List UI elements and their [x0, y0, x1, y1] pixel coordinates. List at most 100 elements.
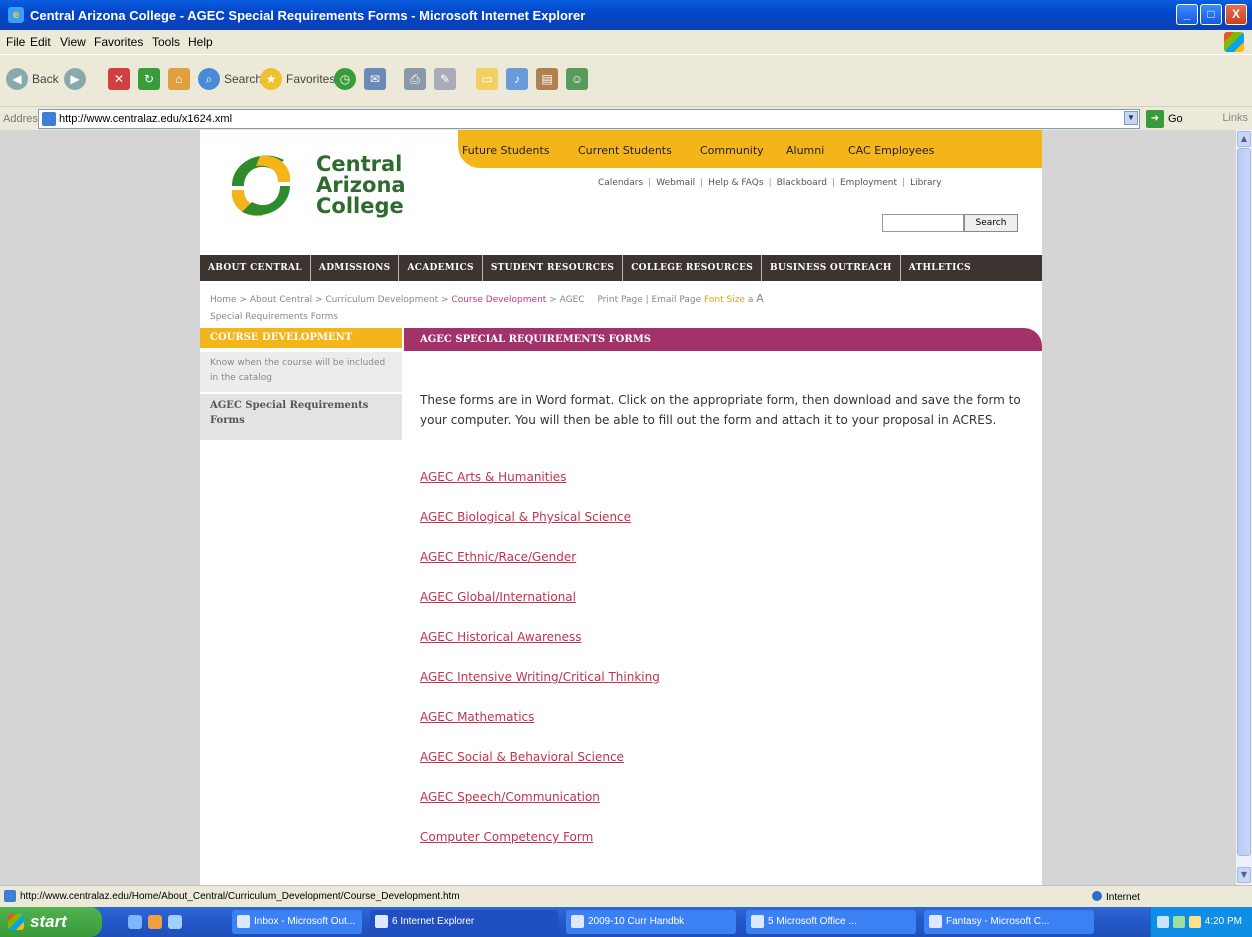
stop-icon: ✕ [108, 68, 130, 90]
nav-current-students[interactable]: Current Students [578, 144, 672, 157]
college-logo-mark-icon [231, 155, 291, 217]
search-icon: ⌕ [198, 68, 220, 90]
crumb-curriculum[interactable]: Curriculum Development [325, 295, 438, 305]
nav-community[interactable]: Community [700, 144, 764, 157]
mail-button[interactable]: ✉ [364, 65, 386, 93]
edit-icon: ✎ [434, 68, 456, 90]
form-link-bio-physical-science[interactable]: AGEC Biological & Physical Science [420, 510, 631, 524]
util-help-faqs[interactable]: Help & FAQs [708, 178, 763, 188]
go-button[interactable]: ➜ Go [1146, 110, 1183, 128]
mainnav-college-resources[interactable]: COLLEGE RESOURCES [623, 255, 763, 281]
users-button[interactable]: ☺ [566, 65, 588, 93]
search-button[interactable]: ⌕ Search [198, 65, 262, 93]
menu-help[interactable]: Help [188, 35, 213, 49]
home-button[interactable]: ⌂ [168, 65, 190, 93]
favorites-button[interactable]: ★ Favorites [260, 65, 335, 93]
form-link-intensive-writing[interactable]: AGEC Intensive Writing/Critical Thinking [420, 670, 660, 684]
menu-favorites[interactable]: Favorites [94, 35, 143, 49]
task-internet-explorer[interactable]: 6 Internet Explorer [370, 910, 558, 934]
font-size-small[interactable]: a [748, 295, 754, 305]
menu-view[interactable]: View [60, 35, 86, 49]
nav-cac-employees[interactable]: CAC Employees [848, 144, 934, 157]
messenger-button[interactable]: ♪ [506, 65, 528, 93]
util-webmail[interactable]: Webmail [656, 178, 695, 188]
back-label: Back [32, 72, 59, 86]
email-page-link[interactable]: Email Page [652, 295, 702, 305]
site-search-button[interactable]: Search [964, 214, 1018, 232]
task-outlook[interactable]: Inbox - Microsoft Out... [232, 910, 362, 934]
refresh-button[interactable]: ↻ [138, 65, 160, 93]
folder-icon: ▭ [476, 68, 498, 90]
form-link-global-international[interactable]: AGEC Global/International [420, 590, 576, 604]
stop-button[interactable]: ✕ [108, 65, 130, 93]
folder-button[interactable]: ▭ [476, 65, 498, 93]
tray-network-icon[interactable] [1157, 916, 1169, 928]
nav-future-students[interactable]: Future Students [462, 144, 550, 157]
close-button[interactable]: X [1225, 4, 1247, 25]
home-icon: ⌂ [168, 68, 190, 90]
intro-text: These forms are in Word format. Click on… [420, 393, 1021, 427]
tray-security-icon[interactable] [1173, 916, 1185, 928]
scroll-up-icon[interactable]: ▲ [1237, 131, 1251, 147]
quicklaunch-desktop-icon[interactable] [168, 915, 182, 929]
maximize-button[interactable]: □ [1200, 4, 1222, 25]
nav-alumni[interactable]: Alumni [786, 144, 824, 157]
print-button[interactable]: ⎙ [404, 65, 426, 93]
links-button[interactable]: Links [1222, 112, 1248, 124]
status-bar: http://www.centralaz.edu/Home/About_Cent… [0, 885, 1252, 907]
history-button[interactable]: ◷ [334, 65, 356, 93]
logo-line-3: College [316, 194, 404, 218]
scroll-down-icon[interactable]: ▼ [1237, 867, 1251, 883]
tray-volume-icon[interactable] [1189, 916, 1201, 928]
quicklaunch-outlook-icon[interactable] [148, 915, 162, 929]
menu-bar: File Edit View Favorites Tools Help [0, 30, 1252, 54]
form-link-speech-communication[interactable]: AGEC Speech/Communication [420, 790, 600, 804]
mainnav-athletics[interactable]: ATHLETICS [901, 255, 979, 281]
sidebar-item-catalog[interactable]: Know when the course will be included in… [200, 352, 402, 392]
mainnav-student-resources[interactable]: STUDENT RESOURCES [483, 255, 624, 281]
font-size-large[interactable]: A [756, 292, 764, 305]
scroll-thumb[interactable] [1237, 148, 1251, 856]
form-link-historical-awareness[interactable]: AGEC Historical Awareness [420, 630, 582, 644]
mainnav-about-central[interactable]: ABOUT CENTRAL [200, 255, 311, 281]
back-button[interactable]: ◀ Back [6, 65, 59, 93]
form-link-social-behavioral[interactable]: AGEC Social & Behavioral Science [420, 750, 624, 764]
internet-zone-indicator: Internet [1092, 891, 1140, 903]
form-link-ethnic-race-gender[interactable]: AGEC Ethnic/Race/Gender [420, 550, 576, 564]
forward-button[interactable]: ▶ [64, 65, 86, 93]
crumb-about-central[interactable]: About Central [250, 295, 312, 305]
form-link-computer-competency[interactable]: Computer Competency Form [420, 830, 593, 844]
research-button[interactable]: ▤ [536, 65, 558, 93]
address-input[interactable]: http://www.centralaz.edu/x1624.xml [38, 109, 1140, 129]
minimize-button[interactable]: _ [1176, 4, 1198, 25]
window-titlebar[interactable]: e Central Arizona College - AGEC Special… [0, 0, 1252, 30]
crumb-course-development[interactable]: Course Development [451, 295, 546, 305]
task-curr-handbook[interactable]: 2009-10 Curr Handbk [566, 910, 736, 934]
college-logo[interactable]: Central Arizona College [220, 138, 440, 228]
util-employment[interactable]: Employment [840, 178, 897, 188]
forward-arrow-icon: ▶ [64, 68, 86, 90]
mainnav-business-outreach[interactable]: BUSINESS OUTREACH [762, 255, 901, 281]
util-library[interactable]: Library [910, 178, 941, 188]
menu-edit[interactable]: Edit [30, 35, 51, 49]
start-button[interactable]: start [0, 907, 102, 937]
quicklaunch-ie-icon[interactable] [128, 915, 142, 929]
sidebar-item-agec-forms[interactable]: AGEC Special Requirements Forms [200, 394, 402, 440]
menu-tools[interactable]: Tools [152, 35, 180, 49]
form-link-arts-humanities[interactable]: AGEC Arts & Humanities [420, 470, 566, 484]
mainnav-admissions[interactable]: ADMISSIONS [311, 255, 400, 281]
logo-line-2: Arizona [316, 173, 406, 197]
mainnav-academics[interactable]: ACADEMICS [399, 255, 483, 281]
print-page-link[interactable]: Print Page [597, 295, 642, 305]
util-blackboard[interactable]: Blackboard [777, 178, 827, 188]
menu-file[interactable]: File [6, 35, 25, 49]
address-dropdown-icon[interactable]: ▼ [1124, 111, 1138, 125]
task-ms-office[interactable]: 5 Microsoft Office ... [746, 910, 916, 934]
crumb-home[interactable]: Home [210, 295, 237, 305]
vertical-scrollbar[interactable]: ▲ ▼ [1236, 130, 1252, 885]
edit-button[interactable]: ✎ [434, 65, 456, 93]
task-fantasy[interactable]: Fantasy - Microsoft C... [924, 910, 1094, 934]
site-search-input[interactable] [882, 214, 964, 232]
form-link-mathematics[interactable]: AGEC Mathematics [420, 710, 534, 724]
util-calendars[interactable]: Calendars [598, 178, 643, 188]
